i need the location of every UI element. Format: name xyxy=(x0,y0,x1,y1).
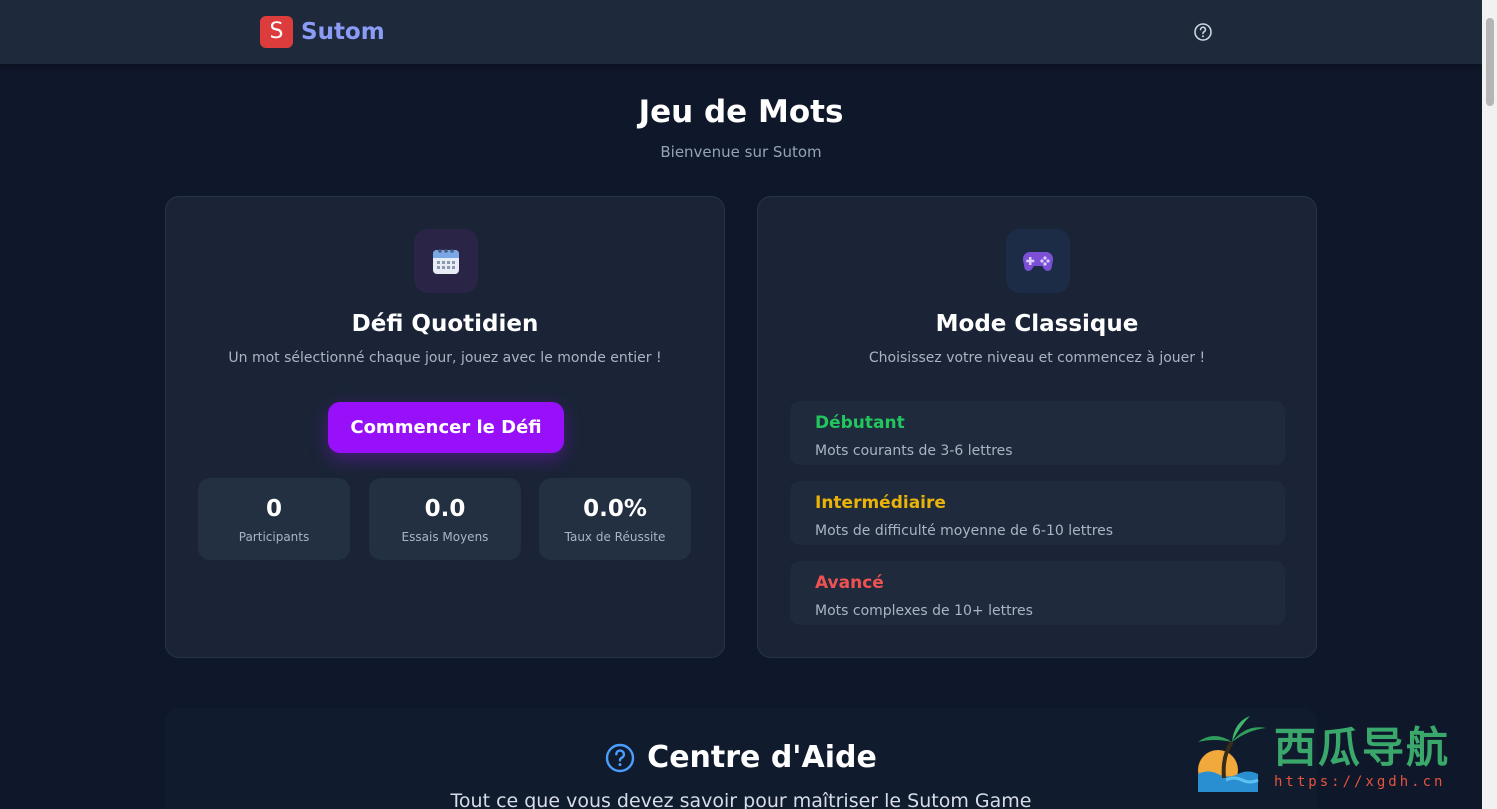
daily-challenge-card: Défi Quotidien Un mot sélectionné chaque… xyxy=(165,196,725,658)
level-name: Intermédiaire xyxy=(815,493,946,513)
help-center-section: Centre d'Aide Tout ce que vous devez sav… xyxy=(165,708,1317,809)
level-beginner[interactable]: Débutant Mots courants de 3-6 lettres xyxy=(790,401,1285,465)
classic-mode-card: Mode Classique Choisissez votre niveau e… xyxy=(757,196,1317,658)
app-name: Sutom xyxy=(301,19,385,45)
calendar-icon xyxy=(433,249,459,274)
question-circle-icon xyxy=(1194,23,1212,41)
level-description: Mots de difficulté moyenne de 6-10 lettr… xyxy=(815,523,1114,539)
stat-label: Participants xyxy=(238,530,310,544)
level-name: Débutant xyxy=(815,413,905,433)
page-subtitle: Bienvenue sur Sutom xyxy=(660,143,822,161)
palm-island-logo-icon xyxy=(1198,716,1266,792)
watermark-text: 西瓜导航 xyxy=(1274,723,1451,772)
watermark-url: https://xgdh.cn xyxy=(1274,774,1446,790)
level-intermediate[interactable]: Intermédiaire Mots de difficulté moyenne… xyxy=(790,481,1285,545)
gamepad-icon xyxy=(1022,251,1054,272)
level-advanced[interactable]: Avancé Mots complexes de 10+ lettres xyxy=(790,561,1285,625)
scrollbar-thumb[interactable] xyxy=(1486,18,1494,106)
level-description: Mots complexes de 10+ lettres xyxy=(815,603,1033,619)
stat-success-rate: 0.0% Taux de Réussite xyxy=(539,478,691,560)
daily-icon-badge xyxy=(414,229,478,293)
stat-label: Essais Moyens xyxy=(401,530,489,544)
site-watermark: 西瓜导航 https://xgdh.cn xyxy=(1192,712,1472,796)
daily-title: Défi Quotidien xyxy=(351,311,539,337)
classic-description: Choisissez votre niveau et commencez à j… xyxy=(868,350,1206,366)
help-center-heading: Centre d'Aide xyxy=(165,740,1317,775)
stat-average-tries: 0.0 Essais Moyens xyxy=(369,478,521,560)
daily-description: Un mot sélectionné chaque jour, jouez av… xyxy=(228,350,662,366)
logo[interactable]: S Sutom xyxy=(260,16,385,48)
stat-value: 0.0% xyxy=(583,496,647,522)
classic-icon-badge xyxy=(1006,229,1070,293)
level-name: Avancé xyxy=(815,573,884,593)
stat-value: 0.0 xyxy=(424,496,466,522)
top-navbar: S Sutom xyxy=(0,0,1482,64)
stat-participants: 0 Participants xyxy=(198,478,350,560)
stat-value: 0 xyxy=(265,496,282,522)
help-center-subtitle: Tout ce que vous devez savoir pour maîtr… xyxy=(450,790,1032,809)
classic-title: Mode Classique xyxy=(935,311,1139,337)
question-circle-icon xyxy=(605,743,635,772)
page-title: Jeu de Mots xyxy=(638,94,844,130)
help-center-title: Centre d'Aide xyxy=(647,740,877,775)
level-description: Mots courants de 3-6 lettres xyxy=(815,443,1013,459)
stat-label: Taux de Réussite xyxy=(564,530,666,544)
page-scrollbar[interactable] xyxy=(1482,0,1497,809)
logo-badge: S xyxy=(260,16,293,48)
help-button[interactable] xyxy=(1193,22,1213,42)
start-daily-challenge-button[interactable]: Commencer le Défi xyxy=(328,402,564,453)
